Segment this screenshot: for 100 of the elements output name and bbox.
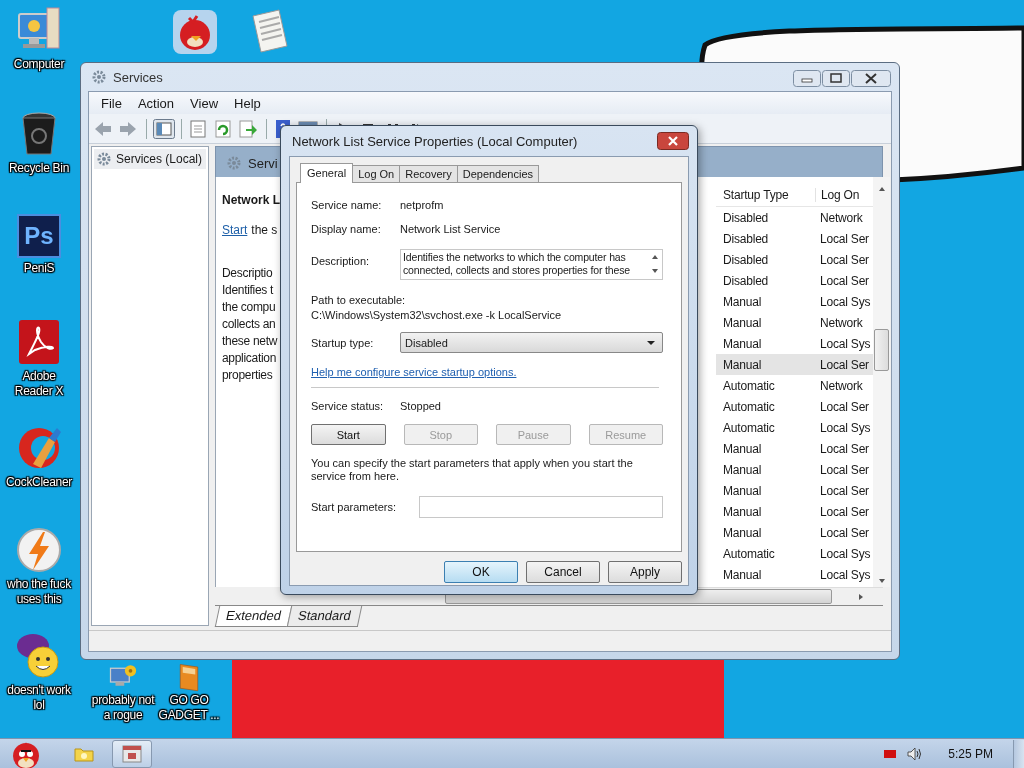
speaker-icon[interactable] bbox=[906, 746, 923, 762]
description-text: the compu bbox=[222, 299, 276, 316]
bird-icon[interactable] bbox=[171, 8, 219, 56]
table-cell-text: Disabled bbox=[722, 273, 770, 288]
table-row[interactable]: Automatic Network bbox=[716, 375, 873, 396]
table-row[interactable]: Disabled Network bbox=[716, 207, 873, 228]
lightning-icon[interactable] bbox=[15, 526, 63, 574]
field-label: Service status: bbox=[311, 400, 385, 412]
table-row[interactable]: Manual Local Sys bbox=[716, 291, 873, 312]
table-row[interactable]: Disabled Local Ser bbox=[716, 270, 873, 291]
scroll-thumb[interactable] bbox=[874, 329, 889, 371]
table-cell-text: Manual bbox=[722, 462, 763, 477]
field-label: Display name: bbox=[311, 223, 382, 235]
table-cell-text: Local Sys bbox=[819, 336, 872, 351]
tab[interactable]: Log On bbox=[352, 165, 401, 182]
gear-icon bbox=[96, 151, 112, 167]
table-row[interactable]: Disabled Local Ser bbox=[716, 228, 873, 249]
start-parameters-field[interactable] bbox=[419, 496, 663, 518]
table-cell-text: Manual bbox=[722, 315, 763, 330]
description-text: Identifies the networks to which the computer has connected, collects and stores properties for these bbox=[403, 251, 631, 277]
table-row[interactable]: Manual Local Ser bbox=[716, 438, 873, 459]
table-row[interactable]: Disabled Local Ser bbox=[716, 249, 873, 270]
help-link[interactable]: Help me configure service startup options. bbox=[311, 366, 517, 378]
table-row[interactable]: Manual Local Ser bbox=[716, 480, 873, 501]
note-text: You can specify the start parameters that apply when you start the service from here. bbox=[311, 457, 634, 483]
tab[interactable]: Recovery bbox=[399, 165, 458, 182]
menu-item[interactable]: Help bbox=[226, 95, 269, 111]
close-button[interactable] bbox=[657, 132, 689, 150]
table-row[interactable]: Manual Local Sys bbox=[716, 564, 873, 585]
table-cell-text: Manual bbox=[722, 525, 763, 540]
table-cell-text: Manual bbox=[722, 567, 763, 582]
link-text: the s bbox=[251, 223, 278, 237]
show-desktop-button[interactable] bbox=[1013, 739, 1024, 768]
tab[interactable]: Dependencies bbox=[456, 165, 540, 182]
control-button[interactable]: Start bbox=[311, 424, 386, 445]
dialog-title: Network List Service Properties (Local Computer) bbox=[292, 133, 579, 149]
field-value: C:\Windows\System32\svchost.exe -k LocalService bbox=[311, 309, 563, 321]
table-row[interactable]: Automatic Local Sys bbox=[716, 543, 873, 564]
clock[interactable]: 5:25 PM bbox=[948, 747, 993, 761]
table-cell-text: Local Ser bbox=[819, 231, 870, 246]
description-text: application bbox=[222, 350, 277, 367]
table-cell-text: Manual bbox=[722, 357, 763, 372]
tree-item[interactable]: Services (Local) bbox=[94, 149, 206, 169]
column-header[interactable]: Startup Type bbox=[716, 187, 815, 202]
table-cell-text: Disabled bbox=[722, 210, 770, 225]
description-text: Descriptio bbox=[222, 265, 273, 282]
field-label: Startup type: bbox=[311, 336, 375, 349]
table-cell-text: Local Sys bbox=[819, 420, 872, 435]
table-cell-text: Local Ser bbox=[819, 483, 870, 498]
description-box[interactable]: Identifies the networks to which the computer has connected, collects and stores properties for these bbox=[400, 249, 663, 280]
photoshop-logo-icon[interactable]: Ps bbox=[17, 214, 61, 258]
description-text: properties bbox=[222, 367, 273, 384]
table-row[interactable]: Automatic Local Ser bbox=[716, 396, 873, 417]
table-row[interactable]: Automatic Local Sys bbox=[716, 417, 873, 438]
table-row[interactable]: Manual Local Ser bbox=[716, 522, 873, 543]
close-button[interactable] bbox=[851, 70, 891, 87]
table-cell-text: Automatic bbox=[722, 420, 776, 435]
window-title: Services bbox=[113, 69, 164, 85]
table-cell-text: Manual bbox=[722, 294, 763, 309]
field-label: Description: bbox=[311, 255, 371, 267]
table-cell-text: Automatic bbox=[722, 378, 776, 393]
field-label: Start parameters: bbox=[311, 501, 397, 513]
gear-icon bbox=[226, 155, 242, 171]
table-cell-text: Local Ser bbox=[819, 357, 870, 372]
menu-item[interactable]: View bbox=[182, 95, 227, 111]
start-link[interactable]: Start bbox=[222, 223, 248, 237]
table-cell-text: Automatic bbox=[722, 546, 776, 561]
table-row[interactable]: Manual Local Ser bbox=[716, 459, 873, 480]
gear-icon bbox=[91, 69, 107, 85]
field-label: Service name: bbox=[311, 199, 383, 211]
ok-button[interactable]: OK bbox=[444, 561, 518, 583]
services-window-icon bbox=[120, 742, 144, 766]
table-cell-text: Network bbox=[819, 378, 864, 393]
menu-item[interactable]: Action bbox=[129, 95, 183, 111]
vertical-scrollbar[interactable] bbox=[873, 177, 890, 587]
service-name-heading: Network L bbox=[222, 193, 280, 207]
view-tab[interactable]: Standard bbox=[286, 606, 362, 627]
maximize-button[interactable] bbox=[822, 70, 850, 87]
table-cell-text: Network bbox=[819, 315, 864, 330]
table-row[interactable]: Manual Local Ser bbox=[716, 354, 873, 375]
console-tree-icon[interactable] bbox=[153, 118, 175, 139]
table-cell-text: Automatic bbox=[722, 399, 776, 414]
table-cell-text: Local Sys bbox=[819, 294, 872, 309]
tab[interactable]: General bbox=[300, 163, 354, 183]
startup-type-dropdown[interactable]: Disabled bbox=[400, 332, 663, 353]
table-row[interactable]: Manual Network bbox=[716, 312, 873, 333]
table-cell-text: Local Ser bbox=[819, 462, 870, 477]
menu-item[interactable]: File bbox=[93, 95, 130, 111]
export-icon[interactable] bbox=[238, 118, 260, 139]
dialog-button[interactable]: Apply bbox=[608, 561, 682, 583]
taskbar-button[interactable] bbox=[112, 740, 152, 768]
table-cell-text: Disabled bbox=[722, 252, 770, 267]
table-cell-text: Local Ser bbox=[819, 441, 870, 456]
dialog-button[interactable]: Cancel bbox=[526, 561, 600, 583]
table-row[interactable]: Manual Local Ser bbox=[716, 501, 873, 522]
table-cell-text: Local Sys bbox=[819, 546, 872, 561]
minimize-button[interactable] bbox=[793, 70, 821, 87]
table-cell-text: Local Ser bbox=[819, 399, 870, 414]
view-tab[interactable]: Extended bbox=[214, 606, 293, 627]
table-row[interactable]: Manual Local Sys bbox=[716, 333, 873, 354]
